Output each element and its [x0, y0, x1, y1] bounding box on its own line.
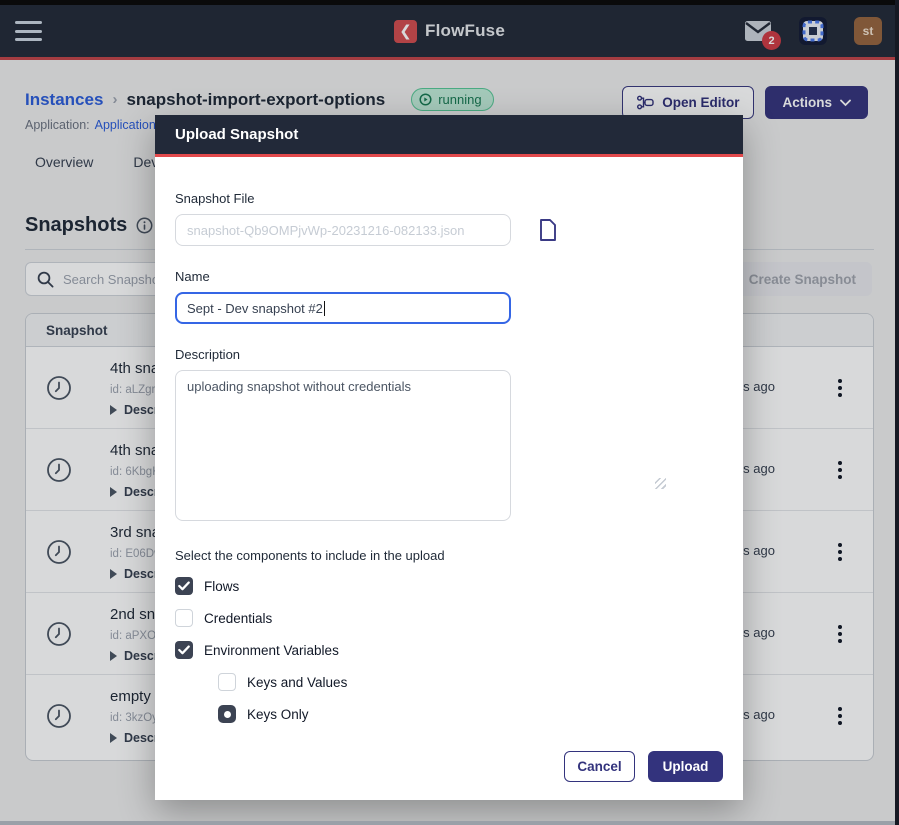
radio-selected-icon[interactable] [218, 705, 236, 723]
document-icon [538, 218, 558, 242]
option-keys-and-values[interactable]: Keys and Values [218, 673, 723, 691]
checkbox-checked-icon[interactable] [175, 641, 193, 659]
option-label: Keys Only [247, 707, 309, 722]
cancel-button[interactable]: Cancel [564, 751, 635, 782]
name-input[interactable]: Sept - Dev snapshot #2 [175, 292, 511, 324]
option-keys-only[interactable]: Keys Only [218, 705, 723, 723]
window-frame-top [0, 0, 899, 5]
option-flows[interactable]: Flows [175, 577, 723, 595]
option-credentials[interactable]: Credentials [175, 609, 723, 627]
snapshot-file-label: Snapshot File [175, 191, 723, 206]
checkbox-unchecked-icon[interactable] [218, 673, 236, 691]
option-label: Keys and Values [247, 675, 347, 690]
option-label: Credentials [204, 611, 272, 626]
option-environment-variables[interactable]: Environment Variables [175, 641, 723, 659]
window-frame-right [895, 0, 899, 825]
option-label: Environment Variables [204, 643, 339, 658]
resize-handle[interactable] [655, 478, 666, 489]
components-label: Select the components to include in the … [175, 548, 723, 563]
window-frame-bottom [0, 821, 899, 825]
name-value: Sept - Dev snapshot #2 [187, 301, 323, 316]
dialog-title: Upload Snapshot [175, 126, 298, 143]
file-picker-button[interactable] [538, 218, 558, 242]
description-textarea[interactable]: uploading snapshot without credentials [175, 370, 511, 521]
snapshot-file-input[interactable] [175, 214, 511, 246]
checkbox-checked-icon[interactable] [175, 577, 193, 595]
upload-button[interactable]: Upload [648, 751, 723, 782]
text-caret [324, 301, 325, 316]
name-label: Name [175, 269, 723, 284]
description-label: Description [175, 347, 723, 362]
upload-snapshot-dialog: Upload Snapshot Snapshot File Name Sept … [155, 115, 743, 800]
option-label: Flows [204, 579, 239, 594]
dialog-header: Upload Snapshot [155, 115, 743, 157]
checkbox-unchecked-icon[interactable] [175, 609, 193, 627]
